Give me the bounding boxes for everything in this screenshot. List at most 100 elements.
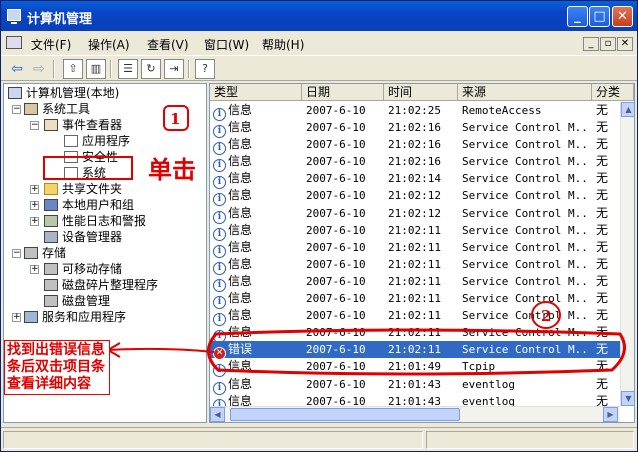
collapse-system-tools[interactable]: − (12, 105, 21, 114)
scroll-left-icon[interactable]: ◀ (210, 407, 225, 422)
tree-item-device-manager[interactable]: 设备管理器 (44, 229, 122, 245)
mdi-restore-button[interactable]: ▫ (600, 37, 616, 51)
cell-time: 21:01:43 (388, 377, 441, 391)
mdi-minimize-button[interactable]: _ (583, 37, 599, 51)
mdi-close-button[interactable]: ✕ (617, 37, 633, 51)
expand-perf-logs[interactable]: + (30, 217, 39, 226)
table-row-selected[interactable]: ✕ 错误 2007-6-10 21:02:11 Service Control M...… (210, 341, 620, 361)
cell-source: Service Control M... (462, 257, 590, 271)
disk-management-icon (44, 295, 58, 307)
menu-action[interactable]: 操作(A) (88, 36, 130, 53)
event-rows: i 信息 2007-6-10 21:02:25 RemoteAccess 无 i 信息 2007… (210, 102, 620, 412)
computer-management-icon (7, 9, 21, 24)
scroll-up-icon[interactable]: ▲ (621, 102, 634, 117)
vertical-scrollbar[interactable]: ▲ ▼ (620, 102, 634, 406)
tree-item-shared-folders[interactable]: 共享文件夹 (44, 181, 122, 197)
tree-item-application-log[interactable]: 应用程序 (64, 133, 130, 149)
cell-category: 无 (596, 291, 609, 306)
forward-arrow-icon[interactable]: ⇨ (29, 59, 49, 79)
show-hide-tree-icon[interactable]: ▥ (86, 59, 106, 79)
cell-time: 21:02:11 (388, 240, 441, 254)
tree-item-security-log[interactable]: 安全性 (64, 149, 118, 165)
table-row[interactable]: i 信息 2007-6-10 21:02:25 RemoteAccess 无 (210, 102, 620, 121)
table-row[interactable]: i 信息 2007-6-10 21:02:11 Service Control M...… (210, 273, 620, 292)
expand-removable-storage[interactable]: + (30, 265, 39, 274)
table-row[interactable]: i 信息 2007-6-10 21:02:11 Service Control M...… (210, 239, 620, 258)
cell-category: 无 (596, 359, 609, 374)
mdi-window-controls: _ ▫ ✕ (582, 35, 633, 51)
tree-item-system-tools[interactable]: 系统工具 (24, 101, 90, 117)
tree-item-system-log[interactable]: 系统 (64, 165, 106, 181)
column-header-type[interactable]: 类型 (210, 84, 302, 101)
menu-window[interactable]: 窗口(W) (204, 36, 249, 53)
table-row[interactable]: i 信息 2007-6-10 21:02:14 Service Control M...… (210, 170, 620, 190)
collapse-event-viewer[interactable]: − (30, 121, 39, 130)
column-header-source[interactable]: 来源 (458, 84, 592, 101)
back-arrow-icon[interactable]: ⇦ (7, 59, 27, 79)
cell-time: 21:02:14 (388, 172, 441, 186)
table-row[interactable]: i 信息 2007-6-10 21:02:11 Service Control M...… (210, 324, 620, 344)
refresh-icon[interactable]: ↻ (141, 59, 161, 79)
column-header-time[interactable]: 时间 (384, 84, 458, 101)
horizontal-scroll-thumb[interactable] (230, 408, 460, 421)
table-row[interactable]: i 信息 2007-6-10 21:02:11 Service Control M...… (210, 290, 620, 310)
tree-item-disk-management[interactable]: 磁盘管理 (44, 293, 110, 309)
expand-local-users[interactable]: + (30, 201, 39, 210)
title-bar[interactable]: 计算机管理 _ □ ✕ (1, 1, 637, 31)
tree-item-services-apps[interactable]: 服务和应用程序 (24, 309, 126, 325)
table-row[interactable]: i 信息 2007-6-10 21:02:16 Service Control M...… (210, 136, 620, 156)
table-row[interactable]: i 信息 2007-6-10 21:02:16 Service Control M...… (210, 153, 620, 173)
tree-item-defrag[interactable]: 磁盘碎片整理程序 (44, 277, 158, 293)
horizontal-scrollbar[interactable]: ◀ ▶ (210, 406, 620, 422)
table-row[interactable]: i 信息 2007-6-10 21:02:12 Service Control M...… (210, 205, 620, 224)
column-header-date[interactable]: 日期 (302, 84, 384, 101)
mmc-icon[interactable] (6, 36, 22, 49)
table-row[interactable]: i 信息 2007-6-10 21:02:11 Service Control M...… (210, 256, 620, 275)
properties-icon[interactable]: ☰ (118, 59, 138, 79)
table-row[interactable]: i 信息 2007-6-10 21:02:11 Service Control M...… (210, 307, 620, 327)
help-icon[interactable]: ? (195, 59, 215, 79)
tree-item-storage[interactable]: 存储 (24, 245, 66, 261)
cell-time: 21:02:11 (388, 309, 441, 323)
cell-category: 无 (596, 154, 609, 169)
tree-item-root[interactable]: 计算机管理(本地) (8, 85, 119, 101)
tree-item-event-viewer[interactable]: 事件查看器 (44, 117, 122, 133)
column-header-category[interactable]: 分类 (592, 84, 634, 101)
scroll-down-icon[interactable]: ▼ (621, 391, 634, 406)
cell-source: Service Control M... (462, 206, 590, 220)
table-row[interactable]: i 信息 2007-6-10 21:01:49 Tcpip 无 (210, 358, 620, 378)
tree-item-perf-logs[interactable]: 性能日志和警报 (44, 213, 146, 229)
menu-file[interactable]: 文件(F) (31, 36, 71, 53)
console-tree: 计算机管理(本地) − 系统工具 − 事件查看器 应用程序 安全性 系统 + 共… (3, 83, 207, 423)
cell-category: 无 (596, 325, 609, 340)
status-bar (1, 427, 637, 451)
menu-help[interactable]: 帮助(H) (262, 36, 304, 53)
menu-view[interactable]: 查看(V) (147, 36, 189, 53)
up-folder-icon[interactable]: ⇧ (63, 59, 83, 79)
log-icon (64, 167, 78, 179)
table-row[interactable]: i 信息 2007-6-10 21:02:11 Service Control M...… (210, 222, 620, 241)
expand-services[interactable]: + (12, 313, 21, 322)
cell-time: 21:02:11 (388, 326, 441, 340)
expand-shared-folders[interactable]: + (30, 185, 39, 194)
tree-item-local-users[interactable]: 本地用户和组 (44, 197, 134, 213)
services-icon (24, 311, 38, 323)
toolbox-icon (24, 103, 38, 115)
close-button[interactable]: ✕ (612, 6, 633, 27)
tree-item-removable-storage[interactable]: 可移动存储 (44, 261, 122, 277)
cell-time: 21:01:49 (388, 360, 441, 374)
scroll-right-icon[interactable]: ▶ (603, 407, 618, 422)
maximize-button[interactable]: □ (589, 6, 610, 27)
collapse-storage[interactable]: − (12, 249, 21, 258)
table-row[interactable]: i 信息 2007-6-10 21:02:16 Service Control M...… (210, 119, 620, 139)
performance-icon (44, 215, 58, 227)
minimize-button[interactable]: _ (567, 6, 588, 27)
cell-date: 2007-6-10 (306, 223, 366, 237)
table-row[interactable]: i 信息 2007-6-10 21:02:12 Service Control M...… (210, 187, 620, 207)
computer-icon (8, 87, 22, 99)
table-row[interactable]: i 信息 2007-6-10 21:01:43 eventlog 无 (210, 376, 620, 395)
export-list-icon[interactable]: ⇥ (164, 59, 184, 79)
cell-category: 无 (596, 342, 609, 357)
cell-source: Service Control M... (462, 121, 590, 135)
cell-time: 21:02:12 (388, 189, 441, 203)
